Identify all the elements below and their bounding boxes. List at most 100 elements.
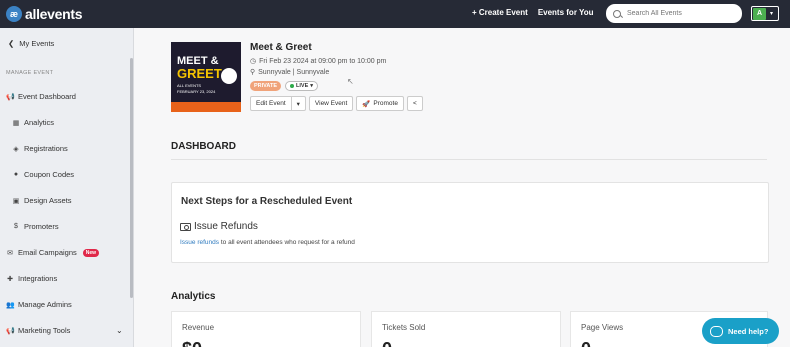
- brand-name: allevents: [25, 6, 83, 22]
- issue-refunds-heading: Issue Refunds: [180, 221, 258, 232]
- caret-down-icon: ▾: [770, 11, 774, 17]
- my-events-label: My Events: [19, 39, 55, 48]
- megaphone-icon: 📢: [6, 327, 15, 335]
- clock-icon: ◷: [250, 58, 257, 65]
- sidebar-item-label: Promoters: [24, 222, 59, 231]
- chevron-down-icon[interactable]: ⌄: [116, 326, 123, 335]
- revenue-stat: Revenue $0: [171, 311, 361, 347]
- sidebar-item-label: Design Assets: [24, 196, 72, 205]
- sidebar-item-label: Email Campaigns: [18, 248, 77, 257]
- promote-label: Promote: [373, 100, 398, 107]
- sidebar-item-label: Coupon Codes: [24, 170, 75, 179]
- share-button[interactable]: <: [406, 96, 423, 111]
- rocket-icon: 🚀: [362, 100, 371, 108]
- event-date-row: ◷ Fri Feb 23 2024 at 09:00 pm to 10:00 p…: [250, 57, 387, 66]
- sidebar-item-manage-admins[interactable]: 👥 Manage Admins: [6, 300, 72, 309]
- sidebar-scrollbar[interactable]: [130, 58, 133, 298]
- account-menu[interactable]: A ▾: [751, 6, 779, 21]
- share-icon: <: [412, 100, 417, 107]
- stat-label: Page Views: [581, 323, 624, 332]
- sidebar-item-coupon-codes[interactable]: ● Coupon Codes: [12, 170, 74, 179]
- top-navbar: æ allevents + Create Event Events for Yo…: [0, 0, 790, 28]
- view-event-button[interactable]: View Event: [308, 96, 354, 111]
- card-title: Next Steps for a Rescheduled Event: [181, 196, 353, 207]
- thumb-line-4: FEBRUARY 23, 2024: [177, 89, 216, 94]
- dashboard-title: DASHBOARD: [171, 141, 236, 152]
- sidebar-item-label: Analytics: [24, 118, 55, 127]
- event-thumbnail[interactable]: MEET & GREET ALL EVENTS FEBRUARY 23, 202…: [171, 42, 241, 112]
- sidebar: ❮ My Events MANAGE EVENT 📢 Event Dashboa…: [0, 28, 134, 347]
- search-box[interactable]: [606, 4, 742, 23]
- puzzle-icon: ✚: [7, 275, 13, 283]
- private-badge: PRIVATE: [250, 81, 282, 91]
- avatar: A: [753, 7, 766, 20]
- thumb-footer-bar: [171, 102, 241, 112]
- stat-label: Revenue: [182, 323, 215, 332]
- thumb-line-2: GREET: [177, 66, 222, 81]
- main-content: MEET & GREET ALL EVENTS FEBRUARY 23, 202…: [135, 28, 790, 347]
- events-for-you-link[interactable]: Events for You: [538, 8, 594, 17]
- dollar-icon: $: [14, 223, 18, 230]
- event-location-row: ⚲ Sunnyvale | Sunnyvale: [250, 68, 330, 77]
- sidebar-item-analytics[interactable]: ▦ Analytics: [12, 118, 54, 127]
- card-text: to all event attendees who request for a…: [219, 239, 355, 246]
- my-events-link[interactable]: ❮ My Events: [8, 39, 54, 48]
- event-title: Meet & Greet: [250, 42, 312, 53]
- stat-label: Tickets Sold: [382, 323, 426, 332]
- stat-value: $0: [182, 339, 202, 347]
- mouse-cursor-icon: ↖: [347, 77, 354, 86]
- tickets-sold-stat: Tickets Sold 0: [371, 311, 561, 347]
- money-icon: [180, 222, 191, 231]
- logo-icon: æ: [6, 6, 22, 22]
- divider: [171, 159, 767, 160]
- live-dot-icon: [290, 84, 295, 88]
- edit-event-button[interactable]: Edit Event: [250, 96, 292, 111]
- sidebar-item-label: Marketing Tools: [18, 326, 71, 335]
- search-input[interactable]: [627, 10, 737, 17]
- need-help-label: Need help?: [728, 326, 769, 336]
- chat-icon: [710, 325, 723, 337]
- tag-icon: ●: [13, 171, 19, 178]
- live-label: LIVE: [296, 83, 309, 89]
- section-label: MANAGE EVENT: [6, 70, 54, 76]
- event-location: Sunnyvale | Sunnyvale: [258, 68, 330, 76]
- sidebar-item-event-dashboard[interactable]: 📢 Event Dashboard: [6, 92, 76, 101]
- image-icon: ▣: [12, 197, 20, 205]
- thumb-badge-graphic: [221, 68, 237, 84]
- envelope-icon: ✉: [7, 249, 13, 257]
- issue-refunds-label: Issue Refunds: [194, 221, 258, 232]
- megaphone-icon: 📢: [6, 93, 15, 101]
- chart-icon: ▦: [12, 119, 20, 127]
- sidebar-item-label: Registrations: [24, 144, 68, 153]
- issue-refunds-link[interactable]: Issue refunds: [180, 239, 219, 246]
- edit-event-group: Edit Event ▾: [250, 96, 306, 111]
- search-icon: [613, 9, 621, 18]
- brand-logo[interactable]: æ allevents: [6, 6, 83, 22]
- ticket-icon: ◈: [13, 145, 19, 153]
- next-steps-card: Next Steps for a Rescheduled Event Issue…: [171, 182, 769, 263]
- create-event-link[interactable]: + Create Event: [472, 8, 528, 17]
- chevron-left-icon: ❮: [8, 39, 15, 48]
- stat-value: 0: [382, 339, 392, 347]
- stat-value: 0: [581, 339, 591, 347]
- live-status-dropdown[interactable]: LIVE ▾: [285, 81, 319, 91]
- event-date: Fri Feb 23 2024 at 09:00 pm to 10:00 pm: [259, 57, 387, 65]
- caret-down-icon: ▾: [296, 100, 300, 108]
- sidebar-item-registrations[interactable]: ◈ Registrations: [12, 144, 68, 153]
- thumb-line-3: ALL EVENTS: [177, 83, 202, 88]
- users-icon: 👥: [6, 301, 15, 309]
- sidebar-item-label: Event Dashboard: [18, 92, 76, 101]
- promote-button[interactable]: 🚀 Promote: [356, 96, 404, 111]
- sidebar-item-marketing-tools[interactable]: 📢 Marketing Tools: [6, 326, 70, 335]
- card-description: Issue refunds to all event attendees who…: [180, 239, 355, 246]
- sidebar-item-design-assets[interactable]: ▣ Design Assets: [12, 196, 72, 205]
- location-pin-icon: ⚲: [250, 69, 256, 76]
- analytics-title: Analytics: [171, 291, 216, 302]
- sidebar-item-promoters[interactable]: $ Promoters: [12, 222, 59, 231]
- sidebar-item-integrations[interactable]: ✚ Integrations: [6, 274, 57, 283]
- caret-down-icon: ▾: [310, 83, 314, 89]
- need-help-button[interactable]: Need help?: [702, 318, 779, 344]
- sidebar-item-label: Manage Admins: [18, 300, 72, 309]
- sidebar-item-email-campaigns[interactable]: ✉ Email Campaigns New: [6, 248, 100, 257]
- edit-event-dropdown[interactable]: ▾: [291, 96, 306, 111]
